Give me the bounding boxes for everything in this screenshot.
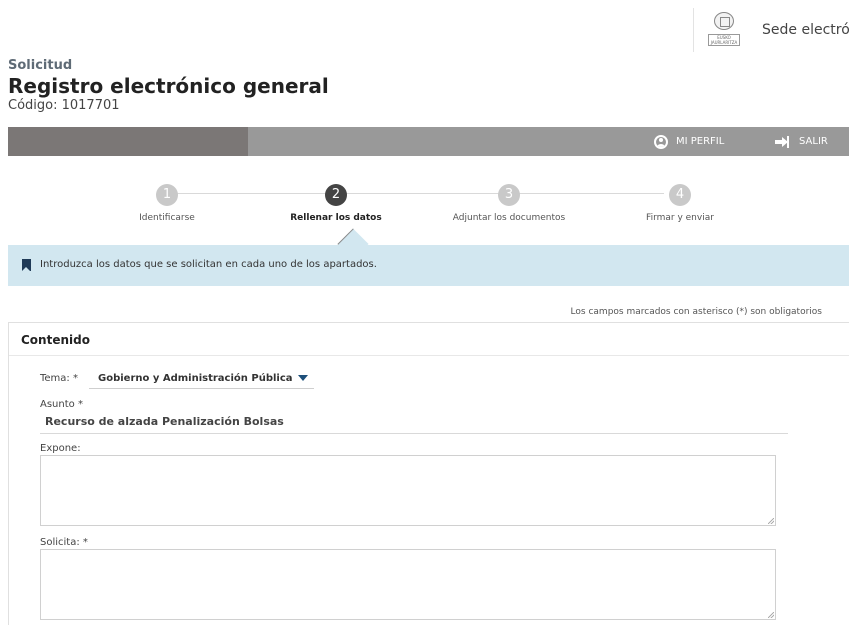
sign-out-icon — [775, 135, 789, 148]
asunto-label: Asunto * — [40, 399, 83, 410]
bookmark-icon — [22, 259, 31, 271]
section-title: Contenido — [21, 333, 90, 347]
government-logo[interactable]: EUSKO JAURLARITZA GOBIERNO VASCO — [693, 8, 753, 52]
logout-label: SALIR — [799, 136, 828, 147]
info-message: Introduzca los datos que se solicitan en… — [8, 228, 849, 286]
info-message-text: Introduzca los datos que se solicitan en… — [40, 259, 377, 270]
procedure-code: Código: 1017701 — [8, 98, 120, 113]
sede-electronica-link[interactable]: Sede electrónic — [762, 22, 849, 38]
progress-stepper: 1 Identificarse 2 Rellenar los datos 3 A… — [0, 156, 849, 246]
step-number: 3 — [498, 184, 520, 206]
page-title: Registro electrónico general — [8, 74, 329, 98]
step-number: 1 — [156, 184, 178, 206]
required-fields-note: Los campos marcados con asterisco (*) so… — [570, 307, 822, 317]
panel-header: Contenido — [9, 323, 849, 356]
tema-selected-value: Gobierno y Administración Pública — [98, 372, 293, 384]
expone-textarea[interactable] — [40, 455, 776, 526]
solicita-resize-handle[interactable] — [768, 612, 774, 618]
step-label: Identificarse — [139, 213, 195, 223]
step-identificarse: 1 Identificarse — [87, 184, 247, 223]
step-number: 4 — [669, 184, 691, 206]
coat-of-arms-icon — [714, 12, 734, 30]
user-toolbar: MI PERFIL SALIR — [8, 127, 849, 156]
my-profile-label: MI PERFIL — [676, 136, 725, 147]
step-rellenar-datos: 2 Rellenar los datos — [256, 184, 416, 223]
expone-label: Expone: — [40, 443, 81, 454]
solicita-label: Solicita: * — [40, 537, 88, 548]
asunto-underline — [40, 433, 788, 434]
solicita-textarea[interactable] — [40, 549, 776, 620]
content-panel: Contenido Tema: * Gobierno y Administrac… — [8, 322, 849, 625]
user-icon — [654, 134, 668, 149]
logo-text: EUSKO JAURLARITZA GOBIERNO VASCO — [708, 34, 740, 46]
asunto-field[interactable]: Recurso de alzada Penalización Bolsas — [45, 415, 284, 428]
step-number: 2 — [325, 184, 347, 206]
step-firmar-enviar: 4 Firmar y enviar — [600, 184, 760, 223]
step-label: Rellenar los datos — [290, 213, 382, 223]
my-profile-button[interactable]: MI PERFIL — [654, 127, 724, 156]
expone-resize-handle[interactable] — [768, 518, 774, 524]
page-pre-title: Solicitud — [8, 58, 73, 73]
tema-label: Tema: * — [40, 373, 78, 384]
top-header: EUSKO JAURLARITZA GOBIERNO VASCO Sede el… — [0, 0, 849, 56]
tema-select[interactable]: Gobierno y Administración Pública — [89, 368, 314, 389]
step-label: Adjuntar los documentos — [452, 213, 566, 223]
step-adjuntar-documentos: 3 Adjuntar los documentos — [429, 184, 589, 223]
logout-button[interactable]: SALIR — [775, 127, 828, 156]
step-label: Firmar y enviar — [646, 213, 714, 223]
toolbar-left-block — [8, 127, 248, 156]
chevron-down-icon — [297, 375, 308, 381]
